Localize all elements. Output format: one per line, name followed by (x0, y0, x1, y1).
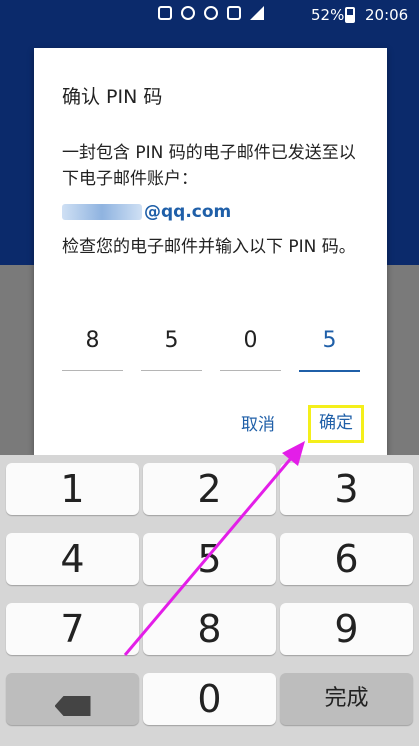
annotation-arrow (123, 441, 305, 656)
arrow-shaft (123, 449, 300, 656)
arrow-head (282, 441, 305, 466)
